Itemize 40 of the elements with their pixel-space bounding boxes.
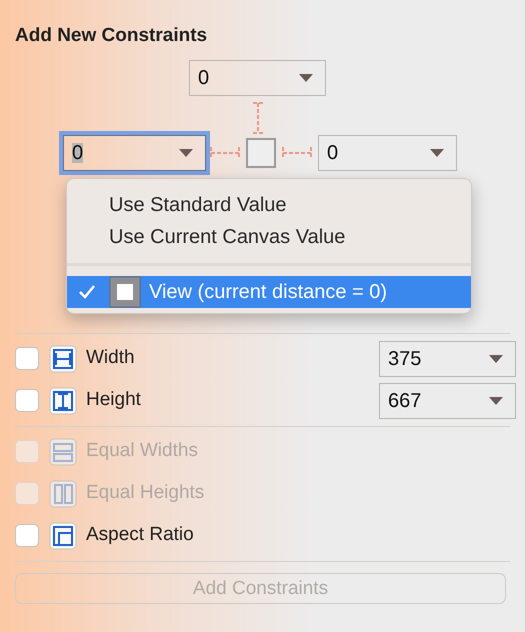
caret-icon [430,148,444,156]
caret-icon [179,148,193,156]
field-value: 375 [388,348,422,368]
field-value: 0 [198,68,210,88]
constraint-label: Equal Heights [86,481,204,506]
aspect-ratio-icon [49,522,77,550]
value-combo-box[interactable]: 0 [318,134,457,170]
menu-item-label: View (current distance = 0) [149,280,388,305]
checkbox[interactable] [15,347,39,370]
value-combo-box[interactable]: 0 [189,60,326,96]
value-combo-box[interactable]: 667 [379,382,516,418]
menu-item[interactable]: View (current distance = 0) [67,276,471,308]
menu-item-label: Use Standard Value [109,193,287,218]
value-combo-box[interactable]: 375 [379,340,516,376]
field-value: 0 [327,142,338,162]
top-spacing-icon [252,102,264,134]
field-value: 667 [388,390,422,410]
view-icon [109,276,141,308]
equal-heights-icon [49,480,77,508]
panel-title: Add New Constraints [15,24,208,48]
caret-icon [489,396,503,404]
caret-icon [299,74,313,82]
checkbox[interactable] [15,524,39,547]
right-spacing-icon [282,146,312,160]
width-icon [49,344,77,372]
menu-item[interactable]: Use Standard Value [67,189,471,221]
constraint-label: Width [86,346,135,370]
height-icon [49,386,77,414]
constraint-label: Height [86,388,141,412]
field-value: 0 [72,142,84,162]
checkmark-icon [79,285,95,299]
menu-item-label: Use Current Canvas Value [109,225,346,250]
constraint-label: Equal Widths [86,439,198,464]
menu-item[interactable]: Use Current Canvas Value [67,221,471,253]
caret-icon [489,354,503,362]
equal-widths-icon [49,438,77,466]
left-spacing-icon [210,146,240,160]
view-square [246,138,276,168]
constraint-label: Aspect Ratio [86,523,194,548]
checkbox[interactable] [15,389,39,412]
